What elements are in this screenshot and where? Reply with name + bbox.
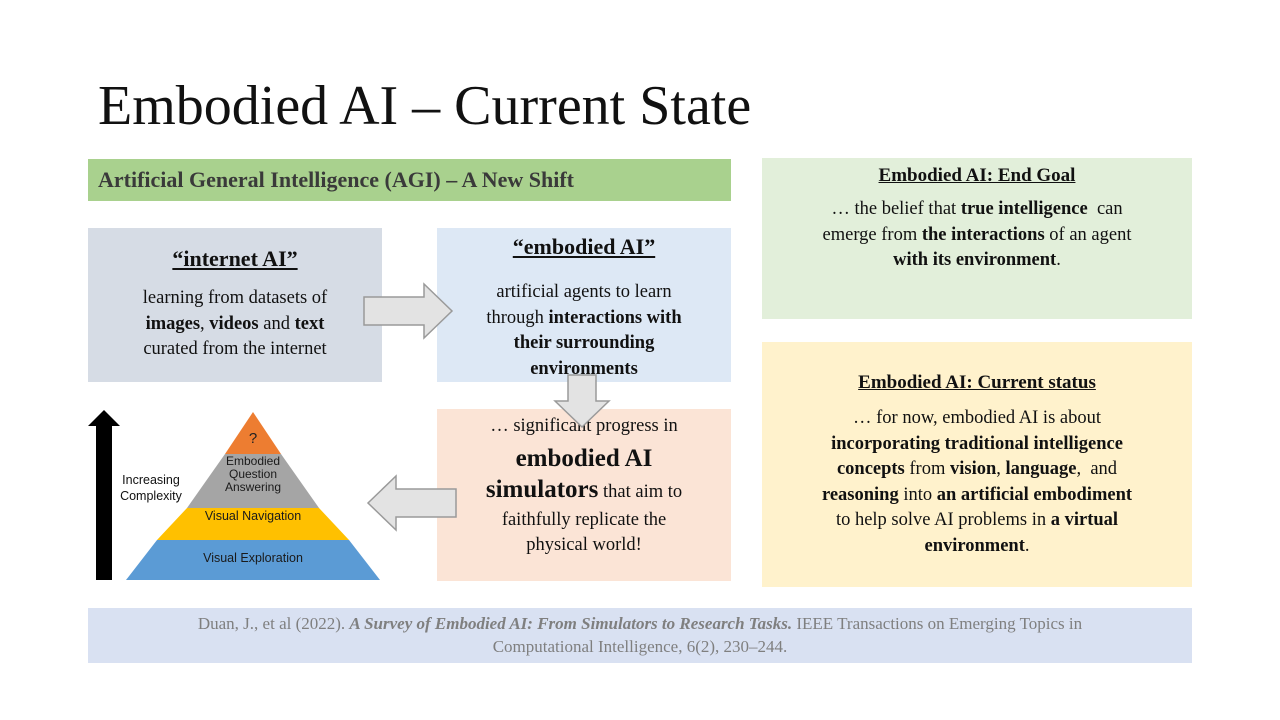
simulators-big1: embodied AI bbox=[515, 444, 653, 472]
simulators-rest2: that aim to bbox=[598, 481, 683, 502]
citation-journal-1: IEEE Transactions on Emerging Topics in bbox=[792, 614, 1083, 633]
embodied-ai-bold1: interactions with bbox=[548, 307, 682, 328]
status-b1: incorporating traditional intelligence bbox=[831, 433, 1123, 454]
status-p6: to help solve AI problems in bbox=[835, 510, 1051, 530]
status-b5: reasoning bbox=[821, 484, 899, 505]
internet-ai-images: images bbox=[145, 313, 201, 334]
status-p2: from bbox=[904, 459, 950, 479]
end-goal-heading: Embodied AI: End Goal bbox=[878, 165, 1076, 186]
status-p4: , and bbox=[1076, 459, 1118, 479]
status-b8: environment bbox=[924, 535, 1025, 556]
internet-ai-videos: videos bbox=[209, 313, 259, 334]
end-goal-p2: can bbox=[1087, 199, 1123, 219]
status-line3: concepts from vision, language, and bbox=[762, 457, 1192, 483]
end-goal-p4: of an agent bbox=[1044, 224, 1132, 245]
internet-ai-heading: “internet AI” bbox=[172, 246, 298, 271]
embodied-ai-heading: “embodied AI” bbox=[512, 234, 656, 259]
status-b6: an artificial embodiment bbox=[936, 484, 1133, 505]
end-goal-p3: emerge from bbox=[822, 224, 922, 245]
end-goal-line2: emerge from the interactions of an agent bbox=[762, 223, 1192, 249]
simulators-line3: faithfully replicate the bbox=[501, 509, 667, 530]
embodied-ai-line1: artificial agents to learn bbox=[496, 282, 672, 302]
current-status-heading: Embodied AI: Current status bbox=[858, 372, 1096, 393]
end-goal-b3: with its environment bbox=[893, 250, 1057, 270]
end-goal-line1: … the belief that true intelligence can bbox=[762, 197, 1192, 223]
status-b7: a virtual bbox=[1050, 510, 1119, 530]
simulators-line2: simulators that aim to bbox=[437, 474, 731, 508]
internet-ai-line1: learning from datasets of bbox=[142, 288, 328, 308]
end-goal-line3: with its environment. bbox=[762, 248, 1192, 274]
internet-ai-text: text bbox=[294, 313, 325, 334]
simulators-box: … significant progress in embodied AI si… bbox=[437, 409, 731, 581]
agi-banner: Artificial General Intelligence (AGI) – … bbox=[88, 159, 731, 201]
citation-line2: Computational Intelligence, 6(2), 230–24… bbox=[492, 637, 788, 656]
internet-ai-comma: , bbox=[200, 313, 205, 334]
status-line6: environment. bbox=[762, 534, 1192, 560]
end-goal-b1: true intelligence bbox=[960, 199, 1088, 219]
status-line5: to help solve AI problems in a virtual bbox=[762, 508, 1192, 534]
citation-paper-title: A Survey of Embodied AI: From Simulators… bbox=[349, 614, 793, 633]
slide-title: Embodied AI – Current State bbox=[98, 75, 752, 137]
pyramid-top-label: ? bbox=[248, 430, 258, 447]
internet-ai-line3: curated from the internet bbox=[143, 339, 327, 359]
status-p3: , bbox=[996, 459, 1006, 479]
status-b4: language bbox=[1005, 459, 1077, 479]
embodied-ai-line2: through interactions with bbox=[437, 306, 731, 332]
end-goal-p5: . bbox=[1056, 250, 1061, 270]
end-goal-box: Embodied AI: End Goal … the belief that … bbox=[762, 158, 1192, 319]
status-p5: into bbox=[898, 484, 937, 505]
internet-ai-and: and bbox=[258, 313, 295, 334]
end-goal-p1: … the belief that bbox=[831, 199, 961, 219]
current-status-box: Embodied AI: Current status … for now, e… bbox=[762, 342, 1192, 587]
embodied-ai-bold2: their surrounding bbox=[513, 333, 655, 353]
status-b3: vision bbox=[949, 459, 997, 479]
status-line1: … for now, embodied AI is about bbox=[853, 408, 1101, 428]
citation-line1: Duan, J., et al (2022). A Survey of Embo… bbox=[88, 612, 1192, 635]
pyramid-exploration-label: Visual Exploration bbox=[203, 551, 303, 565]
embodied-ai-box: “embodied AI” artificial agents to learn… bbox=[437, 228, 731, 382]
internet-ai-line2: images, videos and text bbox=[88, 312, 382, 338]
citation-authors: Duan, J., et al (2022). bbox=[197, 614, 346, 633]
status-b2: concepts bbox=[836, 459, 905, 479]
pyramid-eqa-label-3: Answering bbox=[224, 480, 282, 494]
pyramid-navigation-label: Visual Navigation bbox=[204, 509, 302, 523]
citation-box: Duan, J., et al (2022). A Survey of Embo… bbox=[88, 608, 1192, 663]
simulators-line4: physical world! bbox=[526, 535, 642, 555]
arrow-right-icon bbox=[363, 282, 454, 340]
internet-ai-box: “internet AI” learning from datasets of … bbox=[88, 228, 382, 382]
arrow-down-icon bbox=[553, 374, 611, 429]
embodied-ai-line3: their surrounding bbox=[437, 331, 731, 357]
simulators-big2: simulators bbox=[485, 475, 599, 503]
pyramid-eqa-label: Embodied Question Answering bbox=[208, 455, 298, 494]
end-goal-b2: the interactions bbox=[921, 224, 1045, 245]
status-line4: reasoning into an artificial embodiment bbox=[762, 483, 1192, 509]
status-p7: . bbox=[1024, 535, 1030, 556]
status-line2: incorporating traditional intelligence bbox=[762, 432, 1192, 458]
embodied-ai-through: through bbox=[486, 307, 549, 328]
